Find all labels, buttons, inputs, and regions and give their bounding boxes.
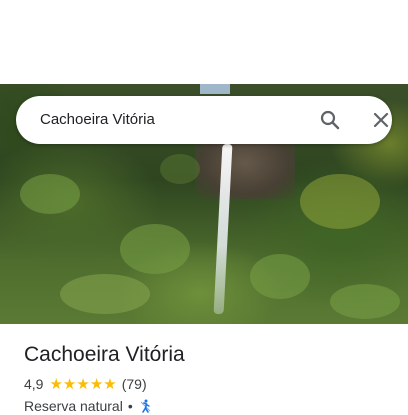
close-icon[interactable] [369,108,393,132]
cliff-rock [195,139,295,199]
star-icon: ★ [89,375,104,393]
search-icon[interactable] [318,108,342,132]
star-icon: ★ [103,375,117,393]
top-blank-area [0,0,408,84]
rating-row[interactable]: 4,9 ★ ★ ★ ★ ★ (79) [24,375,147,393]
sky-patch [200,84,230,94]
star-icon: ★ [62,375,77,393]
separator-dot: • [127,398,133,414]
rating-value: 4,9 [24,376,44,392]
search-bar[interactable]: Cachoeira Vitória [16,96,392,144]
star-rating: ★ ★ ★ ★ ★ [49,377,116,392]
hiking-icon [140,399,151,413]
search-input[interactable]: Cachoeira Vitória [40,110,155,130]
category-row: Reserva natural • [24,397,152,415]
category-label: Reserva natural [24,398,123,414]
review-count[interactable]: (79) [122,376,147,392]
place-title: Cachoeira Vitória [24,343,185,366]
star-icon: ★ [49,375,63,393]
star-icon: ★ [76,375,90,393]
